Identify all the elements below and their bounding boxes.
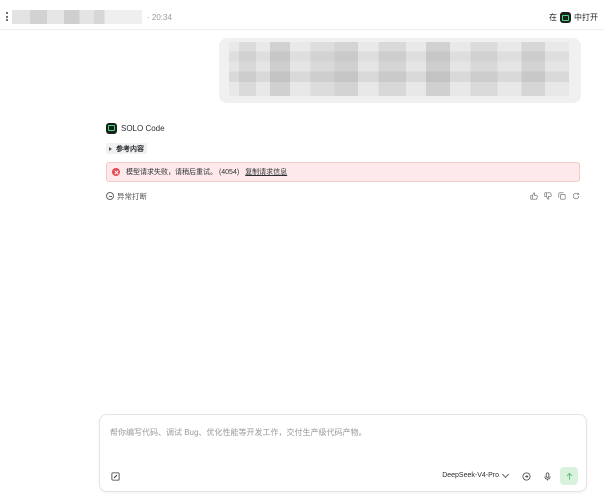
send-arrow-icon	[566, 472, 572, 480]
session-time: · 20:34	[147, 13, 172, 22]
agent-name: SOLO Code	[121, 123, 165, 133]
user-message-bubble	[219, 38, 581, 103]
chevron-down-icon	[501, 470, 510, 478]
error-banner: 模型请求失败，请稍后重试。 (4054) 复制请求信息	[106, 162, 580, 182]
send-button[interactable]	[560, 467, 578, 485]
blurred-session-title	[12, 10, 142, 24]
thumbs-down-icon[interactable]	[544, 192, 552, 200]
model-selector[interactable]: DeepSeek-V4-Pro	[442, 470, 510, 479]
model-name: DeepSeek-V4-Pro	[442, 472, 499, 479]
interrupted-label: 异常打断	[117, 191, 147, 201]
open-in-prefix: 在	[549, 13, 557, 22]
thumbs-up-icon[interactable]	[530, 192, 538, 200]
minus-circle-icon	[106, 192, 114, 200]
reference-label: 参考内容	[116, 145, 144, 153]
reference-toggle[interactable]: 参考内容	[106, 143, 147, 154]
interrupted-status: 异常打断	[106, 191, 147, 202]
assistant-message: SOLO Code 参考内容 模型请求失败，请稍后重试。 (4054) 复制请求…	[106, 122, 580, 202]
error-text: 模型请求失败，请稍后重试。 (4054)	[126, 169, 240, 176]
more-vertical-icon[interactable]	[6, 12, 9, 21]
error-circle-icon	[112, 168, 120, 176]
microphone-icon[interactable]	[543, 472, 552, 481]
message-composer: DeepSeek-V4-Pro	[99, 414, 587, 492]
message-actions	[530, 192, 580, 200]
solo-app-icon	[106, 122, 117, 134]
context-icon[interactable]	[522, 472, 531, 481]
solo-app-icon	[560, 12, 571, 23]
agent-header: SOLO Code	[106, 122, 580, 134]
blurred-user-message	[229, 42, 569, 96]
prompt-input[interactable]	[110, 425, 570, 439]
open-in-label: 中打开	[574, 13, 598, 22]
caret-right-icon	[109, 146, 112, 151]
edit-box-icon[interactable]	[111, 472, 120, 481]
copy-request-info-link[interactable]: 复制请求信息	[245, 167, 287, 177]
copy-icon[interactable]	[558, 192, 566, 200]
refresh-icon[interactable]	[572, 192, 580, 200]
message-footer: 异常打断	[106, 190, 580, 202]
open-in-app-button[interactable]: 在 中打开	[549, 12, 598, 23]
top-bar: · 20:34 在 中打开	[0, 0, 604, 30]
